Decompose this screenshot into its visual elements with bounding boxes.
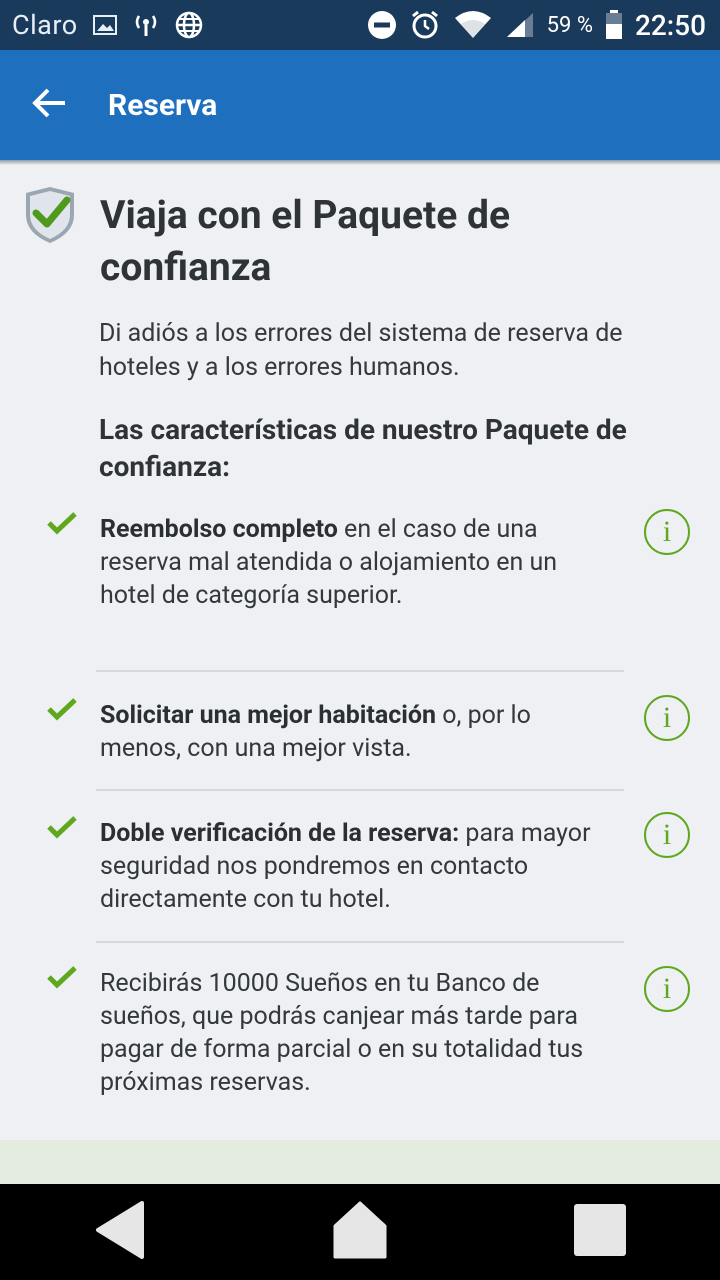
info-icon: i (662, 515, 672, 548)
headline: Viaja con el Paquete de confianza (100, 192, 511, 290)
feature-text: Reembolso completo en el caso de una res… (100, 513, 600, 612)
feature-bold: Doble verificación de la reserva: (100, 819, 460, 848)
info-button[interactable]: i (644, 812, 690, 858)
battery-percent: 59 % (546, 12, 593, 38)
divider (96, 941, 624, 943)
arrow-left-icon (31, 87, 67, 123)
info-icon: i (662, 972, 672, 1005)
home-icon (332, 1200, 388, 1264)
checkmark-icon (46, 511, 78, 535)
trust-package-content: Viaja con el Paquete de confianza Di adi… (0, 165, 720, 1140)
system-nav-bar (0, 1184, 720, 1280)
shield-check-icon (22, 185, 78, 245)
gallery-icon (92, 13, 118, 37)
nav-back-button[interactable] (75, 1192, 165, 1272)
checkmark-icon (46, 815, 78, 839)
info-icon: i (662, 701, 672, 734)
nav-home-button[interactable] (315, 1192, 405, 1272)
info-button[interactable]: i (644, 509, 690, 555)
signal-tower-icon (132, 12, 160, 38)
feature-text: Solicitar una mejor habitación o, por lo… (100, 699, 600, 765)
features-heading: Las características de nuestro Paquete d… (99, 413, 627, 483)
checkmark-icon (46, 965, 78, 989)
cell-signal-icon (505, 11, 535, 39)
info-button[interactable]: i (644, 966, 690, 1012)
info-button[interactable]: i (644, 695, 690, 741)
divider (96, 670, 624, 672)
checkmark-icon (46, 697, 78, 721)
nav-recents-button[interactable] (555, 1192, 645, 1272)
status-bar: Claro 59 % 22:50 (0, 0, 720, 50)
divider (96, 789, 624, 791)
back-button[interactable] (0, 50, 98, 160)
feature-bold: Solicitar una mejor habitación (100, 701, 436, 730)
bottom-panel (0, 1140, 720, 1184)
dnd-icon (367, 10, 397, 40)
wifi-icon (453, 10, 493, 40)
page-title: Reserva (108, 87, 218, 123)
globe-icon (174, 10, 204, 40)
alarm-icon (409, 9, 441, 41)
feature-text: Doble verificación de la reserva: para m… (100, 817, 600, 916)
info-icon: i (662, 818, 672, 851)
back-triangle-icon (94, 1199, 146, 1265)
carrier-name: Claro (12, 9, 78, 41)
intro-text: Di adiós a los errores del sistema de re… (99, 319, 623, 382)
battery-icon (605, 10, 623, 40)
clock: 22:50 (634, 8, 706, 42)
feature-bold: Reembolso completo (100, 515, 338, 544)
feature-text: Recibirás 10000 Sueños en tu Banco de su… (100, 967, 600, 1099)
app-bar: Reserva (0, 50, 720, 160)
recents-square-icon (572, 1202, 628, 1262)
feature-rest: Recibirás 10000 Sueños en tu Banco de su… (100, 969, 584, 1097)
